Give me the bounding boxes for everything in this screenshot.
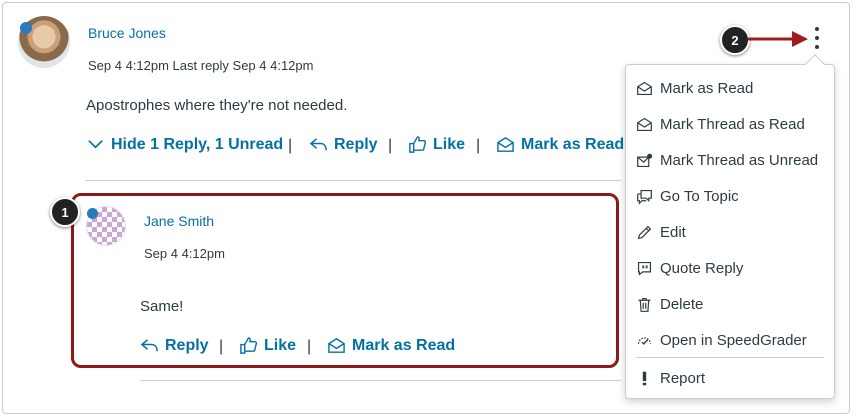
discussion-icon [637,189,652,205]
menu-item-go-to-topic[interactable]: Go To Topic [636,181,828,211]
post-timestamp: Sep 4 4:12pm Last reply Sep 4 4:12pm [88,58,314,73]
trash-icon [638,297,651,312]
menu-item-label: Mark Thread as Unread [660,151,819,169]
reply-arrow-icon [140,339,158,352]
reply-like-button[interactable]: Like [239,336,296,355]
callout-arrow-icon [748,31,808,47]
menu-item-open-speedgrader[interactable]: Open in SpeedGrader [636,325,828,355]
menu-item-label: Delete [660,295,704,313]
hide-replies-button[interactable]: Hide 1 Reply, 1 Unread [86,135,283,154]
hide-replies-label: Hide 1 Reply, 1 Unread [111,135,284,153]
menu-item-report[interactable]: Report [636,363,828,393]
action-separator: | [476,137,481,154]
callout-badge-2: 2 [720,25,750,55]
menu-item-mark-thread-read[interactable]: Mark Thread as Read [636,109,828,139]
menu-item-label: Edit [660,223,686,241]
post-options-menu: Mark as Read Mark Thread as Read Mark Th… [625,64,835,399]
post-message: Apostrophes where they're not needed. [86,97,348,114]
reply-like-label: Like [264,336,297,354]
chevron-down-icon [88,140,103,149]
envelope-unread-icon [637,153,653,167]
reply-timestamp: Sep 4 4:12pm [144,246,225,261]
thumbs-up-icon [409,136,427,153]
speedgrader-icon [637,336,652,345]
menu-item-label: Go To Topic [660,187,739,205]
options-menu-kebab-icon[interactable] [812,27,822,49]
menu-item-label: Mark Thread as Read [660,115,805,133]
post-author-name[interactable]: Bruce Jones [88,25,166,41]
post-like-label: Like [433,135,466,153]
reply-message: Same! [140,298,184,315]
menu-item-label: Mark as Read [660,79,754,97]
action-separator: | [219,338,224,355]
reply-mark-read-label: Mark as Read [352,336,456,354]
reply-mark-read-button[interactable]: Mark as Read [327,336,455,355]
menu-item-delete[interactable]: Delete [636,289,828,319]
menu-item-quote-reply[interactable]: Quote Reply [636,253,828,283]
reply-divider [140,380,621,381]
menu-item-mark-as-read[interactable]: Mark as Read [636,73,828,103]
menu-item-label: Quote Reply [660,259,744,277]
action-separator: | [288,137,293,154]
menu-item-label: Open in SpeedGrader [660,331,807,349]
pencil-icon [637,225,652,239]
post-reply-label: Reply [334,135,378,153]
callout-badge-1: 1 [50,197,80,227]
post-like-button[interactable]: Like [408,135,465,154]
post-mark-read-label: Mark as Read [521,135,625,153]
reply-author-name[interactable]: Jane Smith [144,213,214,229]
reply-reply-label: Reply [165,336,209,354]
post-reply-button[interactable]: Reply [309,135,378,154]
quote-icon [637,261,652,276]
envelope-open-icon [497,137,514,152]
envelope-open-icon [328,338,345,353]
action-separator: | [388,137,393,154]
menu-item-edit[interactable]: Edit [636,217,828,247]
exclamation-icon [642,371,647,385]
thumbs-up-icon [240,337,258,354]
reply-arrow-icon [309,138,327,151]
menu-divider [636,357,824,358]
action-separator: | [307,338,312,355]
envelope-open-icon [637,81,652,95]
envelope-open-icon [637,117,652,131]
reply-reply-button[interactable]: Reply [140,336,209,355]
unread-indicator-icon [20,22,32,34]
unread-indicator-icon [87,208,98,219]
menu-item-label: Report [660,369,706,387]
menu-item-mark-thread-unread[interactable]: Mark Thread as Unread [636,145,828,175]
post-divider [86,180,621,181]
post-mark-read-button[interactable]: Mark as Read [496,135,624,154]
